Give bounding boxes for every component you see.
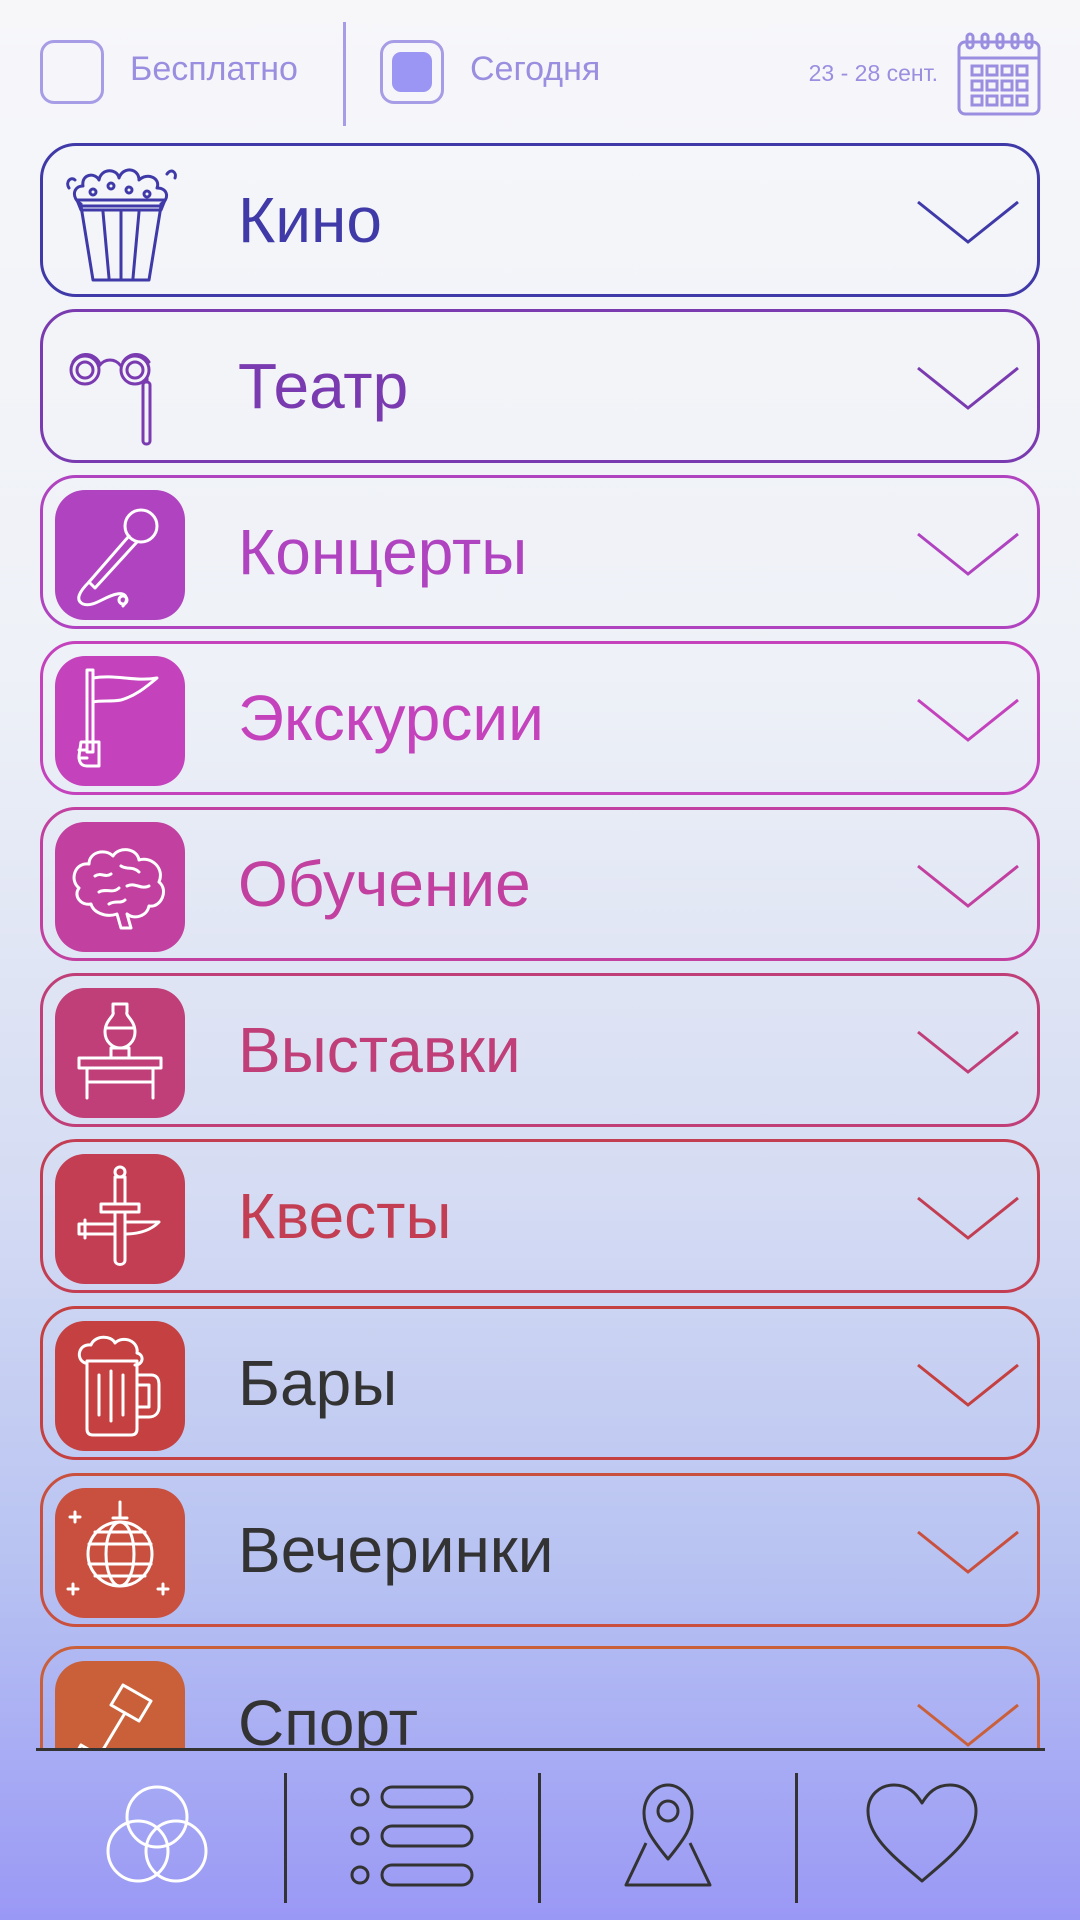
category-ekskursii[interactable]: Экскурсии: [40, 641, 1040, 795]
category-label: Бары: [238, 1347, 398, 1419]
category-tile: [55, 1661, 185, 1748]
category-kvesty[interactable]: Квесты: [40, 1139, 1040, 1293]
category-label: Концерты: [238, 516, 528, 588]
category-teatr[interactable]: Театр: [40, 309, 1040, 463]
brain-icon: [72, 848, 165, 930]
category-label: Выставки: [238, 1014, 521, 1086]
dumbbell-icon: [77, 1683, 153, 1748]
flag-icon: [77, 668, 159, 768]
nav-divider: [795, 1773, 798, 1903]
microphone-icon: [77, 508, 159, 608]
opera-glasses-icon: [69, 353, 152, 446]
category-vystavki[interactable]: Выставки: [40, 973, 1040, 1127]
chevron-down-icon[interactable]: [915, 530, 1021, 580]
category-label: Спорт: [238, 1687, 418, 1748]
nav-divider: [284, 1773, 287, 1903]
category-sport[interactable]: Спорт: [40, 1646, 1040, 1748]
chevron-down-icon[interactable]: [915, 696, 1021, 746]
category-tile: [55, 822, 185, 952]
category-tile: [55, 988, 185, 1118]
category-bary[interactable]: Бары: [40, 1306, 1040, 1460]
chevron-down-icon[interactable]: [915, 1028, 1021, 1078]
chevron-down-icon[interactable]: [915, 198, 1021, 248]
chevron-down-icon[interactable]: [915, 1528, 1021, 1578]
category-obuchenie[interactable]: Обучение: [40, 807, 1040, 961]
category-label: Квесты: [238, 1180, 452, 1252]
sword-icon: [77, 1165, 161, 1266]
vase-exhibit-icon: [77, 1002, 163, 1100]
chevron-down-icon[interactable]: [915, 364, 1021, 414]
chevron-down-icon[interactable]: [915, 1361, 1021, 1411]
chevron-down-icon[interactable]: [915, 1194, 1021, 1244]
category-koncerty[interactable]: Концерты: [40, 475, 1040, 629]
category-tile: [55, 1488, 185, 1618]
category-label: Вечеринки: [238, 1514, 554, 1586]
category-label: Кино: [238, 184, 382, 256]
popcorn-icon: [66, 168, 177, 282]
category-tile: [55, 1321, 185, 1451]
category-tile: [55, 1154, 185, 1284]
beer-mug-icon: [77, 1335, 161, 1437]
category-list: Кино Театр Концерты Экскурсии Обучение В…: [40, 0, 1040, 1748]
category-tile: [55, 490, 185, 620]
heart-icon[interactable]: [864, 1781, 980, 1885]
map-pin-icon[interactable]: [620, 1781, 716, 1891]
circles-icon[interactable]: [102, 1781, 212, 1891]
chevron-down-icon[interactable]: [915, 1701, 1021, 1748]
bottom-nav: [0, 1751, 1080, 1920]
disco-ball-icon: [66, 1500, 170, 1596]
list-icon[interactable]: [348, 1781, 476, 1891]
category-label: Театр: [238, 350, 409, 422]
category-label: Обучение: [238, 848, 531, 920]
chevron-down-icon[interactable]: [915, 862, 1021, 912]
nav-divider: [538, 1773, 541, 1903]
category-label: Экскурсии: [238, 682, 544, 754]
category-tile: [55, 656, 185, 786]
category-kino[interactable]: Кино: [40, 143, 1040, 297]
category-vecherinki[interactable]: Вечеринки: [40, 1473, 1040, 1627]
